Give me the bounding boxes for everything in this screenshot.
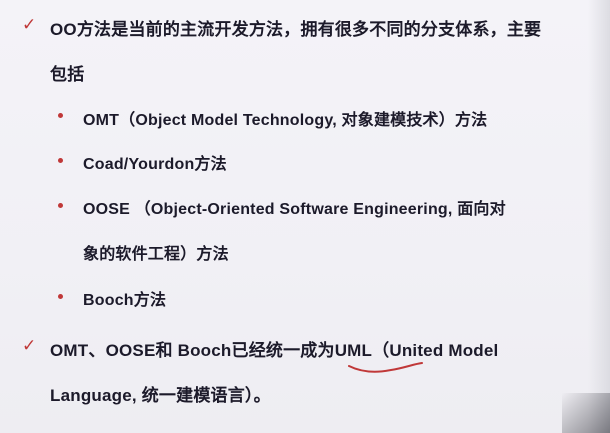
screen-corner-shadow [562, 393, 610, 433]
sub-item-booch: Booch方法 [83, 292, 167, 309]
main-item-1-line-2: 包括 [50, 65, 85, 84]
sub-item-oose-line-2: 象的软件工程）方法 [83, 246, 229, 263]
sub-item-coad-yourdon: Coad/Yourdon方法 [83, 156, 227, 173]
bullet-icon [58, 294, 63, 299]
handwritten-underline [348, 362, 423, 373]
bullet-icon [58, 158, 63, 163]
check-icon: ✓ [22, 336, 37, 355]
main-item-2-line-1: OMT、OOSE和 Booch已经统一成为UML（United Model [50, 336, 498, 361]
slide: ✓ OO方法是当前的主流开发方法，拥有很多不同的分支体系，主要 包括 OMT（O… [0, 0, 610, 433]
main-item-2-text-post: （United Model [372, 341, 499, 360]
screen-edge [588, 0, 610, 433]
main-item-2-text-pre: OMT、OOSE和 Booch已经统一成为 [50, 341, 335, 360]
bullet-icon [58, 203, 63, 208]
bullet-icon [58, 113, 63, 118]
check-icon: ✓ [22, 15, 37, 34]
sub-item-oose-line-1: OOSE （Object-Oriented Software Engineeri… [83, 201, 506, 218]
main-item-2-line-2: Language, 统一建模语言）。 [50, 386, 271, 405]
sub-item-omt: OMT（Object Model Technology, 对象建模技术）方法 [83, 112, 488, 129]
main-item-1-line-1: OO方法是当前的主流开发方法，拥有很多不同的分支体系，主要 [50, 20, 542, 39]
uml-highlight: UML [334, 341, 373, 360]
